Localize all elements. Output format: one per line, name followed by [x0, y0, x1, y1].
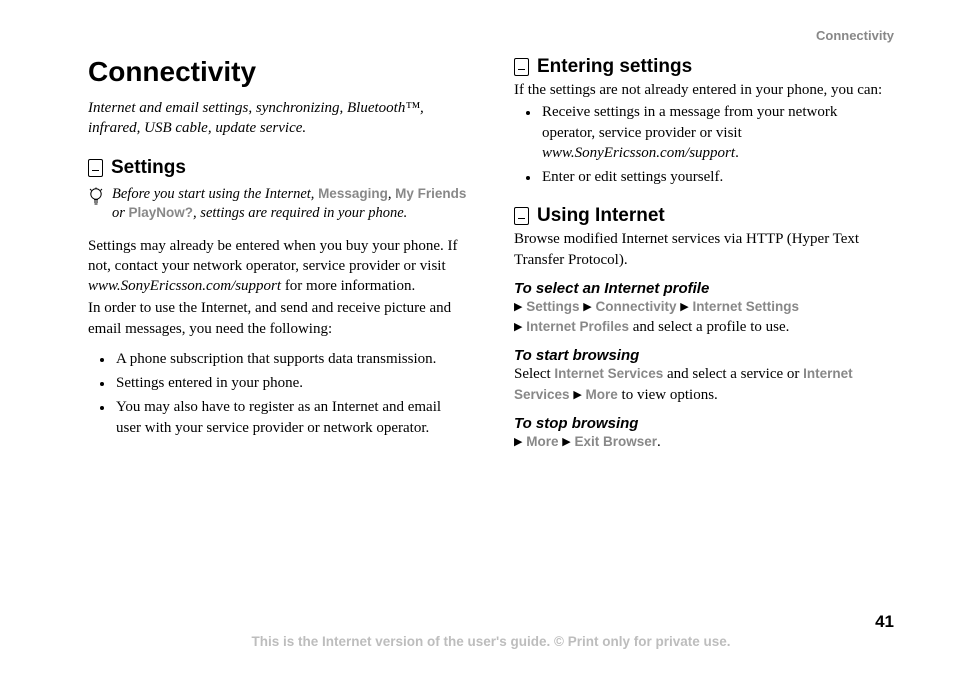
section-title: Using Internet: [537, 205, 665, 227]
list-item: A phone subscription that supports data …: [114, 349, 468, 369]
nav-path: Select Internet Services and select a se…: [514, 364, 894, 405]
left-column: Connectivity Internet and email settings…: [88, 56, 468, 452]
section-title: Entering settings: [537, 56, 692, 78]
task-heading: To select an Internet profile: [514, 280, 894, 297]
ui-label: Connectivity: [595, 299, 676, 314]
task-heading: To stop browsing: [514, 415, 894, 432]
ui-label: Internet Settings: [692, 299, 799, 314]
section-heading-using-internet: Using Internet: [514, 205, 894, 227]
document-icon: [88, 159, 103, 177]
nav-path: ▶ Settings ▶ Connectivity ▶ Internet Set…: [514, 297, 894, 338]
nav-path: ▶ More ▶ Exit Browser.: [514, 432, 894, 452]
body-paragraph: If the settings are not already entered …: [514, 80, 894, 100]
document-icon: [514, 58, 529, 76]
chapter-subtitle: Internet and email settings, synchronizi…: [88, 98, 468, 139]
list-item: You may also have to register as an Inte…: [114, 397, 468, 438]
arrow-icon: ▶: [583, 300, 591, 315]
arrow-icon: ▶: [680, 300, 688, 315]
arrow-icon: ▶: [514, 435, 522, 450]
tip-text: Before you start using the Internet, Mes…: [112, 185, 468, 224]
ui-label: Exit Browser: [574, 434, 657, 449]
page-footer: 41 This is the Internet version of the u…: [88, 634, 894, 649]
task-heading: To start browsing: [514, 347, 894, 364]
ui-label: Settings: [526, 299, 579, 314]
bullet-list: A phone subscription that supports data …: [88, 349, 468, 438]
arrow-icon: ▶: [514, 320, 522, 335]
body-paragraph: Browse modified Internet services via HT…: [514, 229, 894, 270]
ui-label: PlayNow?: [129, 205, 194, 220]
two-column-layout: Connectivity Internet and email settings…: [88, 56, 894, 452]
tip-block: Before you start using the Internet, Mes…: [88, 185, 468, 224]
site-link-text: www.SonyEricsson.com/support: [542, 145, 735, 161]
running-header: Connectivity: [816, 28, 894, 43]
chapter-title: Connectivity: [88, 56, 468, 88]
ui-label: My Friends: [395, 186, 466, 201]
right-column: Entering settings If the settings are no…: [514, 56, 894, 452]
section-heading-settings: Settings: [88, 157, 468, 179]
body-paragraph: In order to use the Internet, and send a…: [88, 298, 468, 339]
bullet-list: Receive settings in a message from your …: [514, 102, 894, 187]
arrow-icon: ▶: [573, 388, 581, 403]
footer-line: This is the Internet version of the user…: [88, 634, 894, 649]
ui-label: More: [586, 387, 618, 402]
list-item: Settings entered in your phone.: [114, 373, 468, 393]
arrow-icon: ▶: [514, 300, 522, 315]
site-link-text: www.SonyEricsson.com/support: [88, 278, 281, 294]
ui-label: Internet Profiles: [526, 319, 629, 334]
list-item: Receive settings in a message from your …: [540, 102, 894, 163]
arrow-icon: ▶: [562, 435, 570, 450]
list-item: Enter or edit settings yourself.: [540, 167, 894, 187]
lightbulb-icon: [88, 187, 104, 224]
page-number: 41: [875, 612, 894, 632]
ui-label: More: [526, 434, 558, 449]
ui-label: Messaging: [318, 186, 388, 201]
section-heading-entering: Entering settings: [514, 56, 894, 78]
body-paragraph: Settings may already be entered when you…: [88, 236, 468, 297]
document-icon: [514, 207, 529, 225]
section-title: Settings: [111, 157, 186, 179]
ui-label: Internet Services: [554, 366, 663, 381]
